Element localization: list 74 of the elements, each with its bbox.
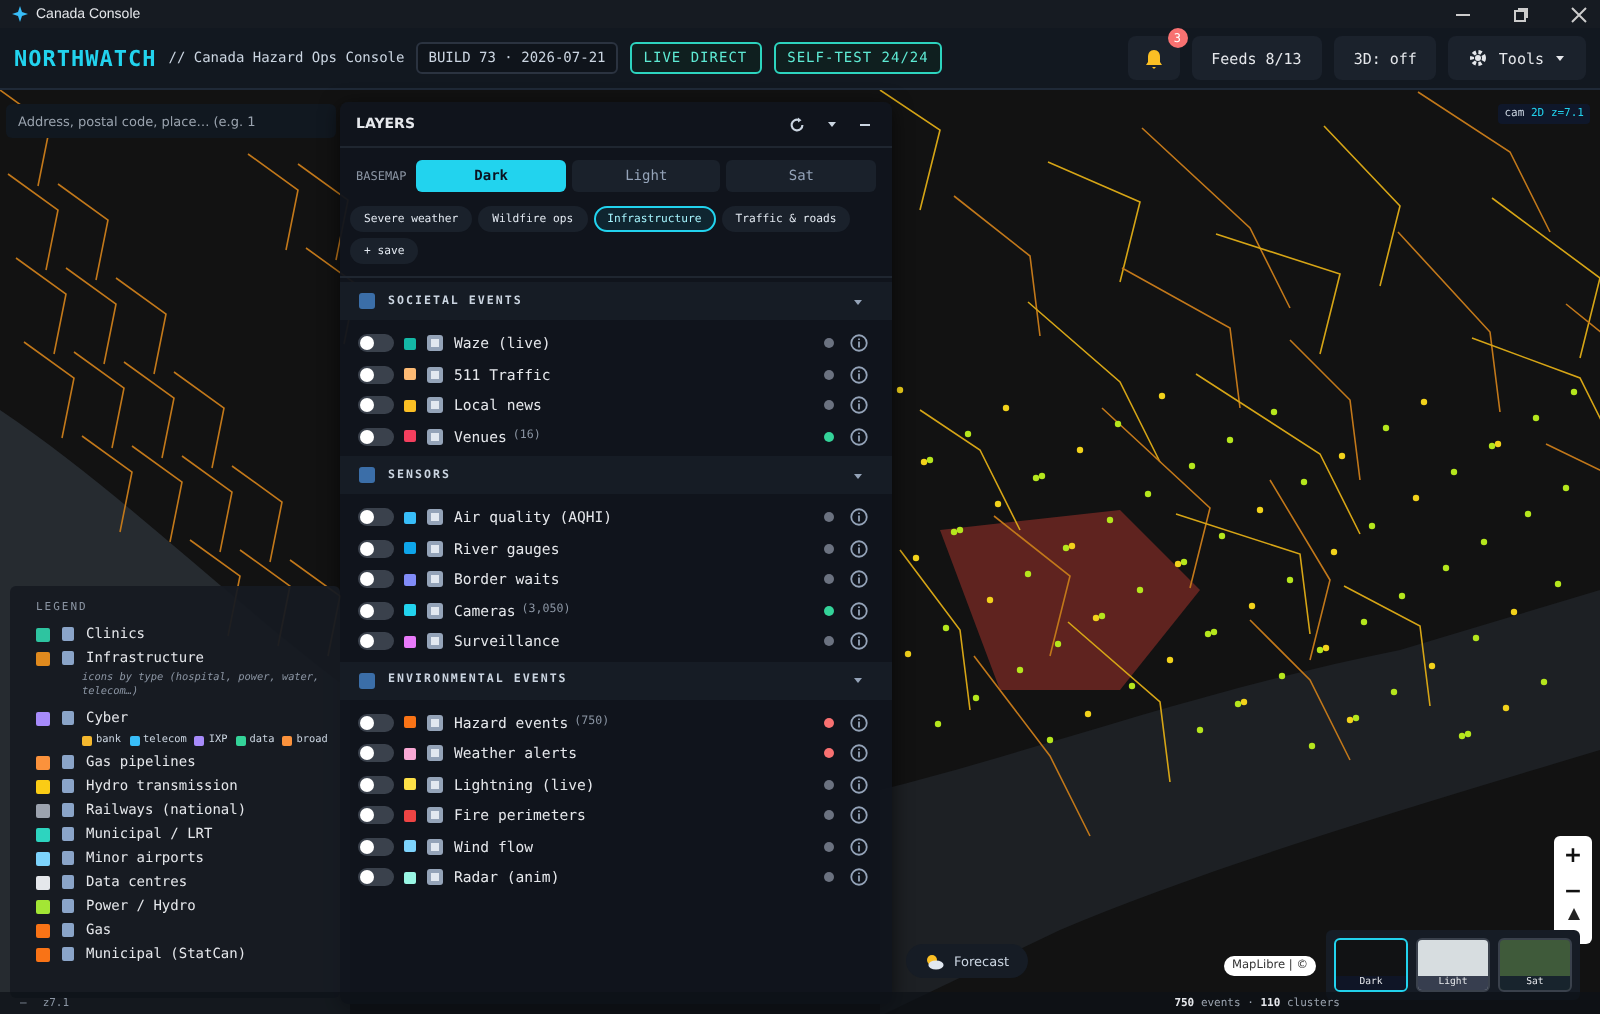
- layer-toggle[interactable]: [358, 775, 394, 794]
- square-icon: [426, 396, 444, 415]
- layer-toggle[interactable]: [358, 744, 394, 763]
- layer-toggle[interactable]: [358, 632, 394, 651]
- layer-toggle[interactable]: [358, 868, 394, 887]
- square-icon: [60, 946, 76, 963]
- square-icon: [60, 754, 76, 771]
- info-icon[interactable]: [850, 632, 868, 651]
- info-icon[interactable]: [850, 539, 868, 558]
- layer-toggle[interactable]: [358, 539, 394, 558]
- square-icon: [60, 922, 76, 939]
- square-icon: [426, 539, 444, 558]
- info-icon[interactable]: [850, 868, 868, 887]
- layer-toggle[interactable]: [358, 334, 394, 353]
- info-icon[interactable]: [850, 570, 868, 589]
- square-icon: [426, 427, 444, 446]
- info-icon[interactable]: [850, 427, 868, 446]
- square-icon: [426, 632, 444, 651]
- info-icon[interactable]: [850, 396, 868, 415]
- compass-icon[interactable]: [1567, 908, 1579, 924]
- info-icon[interactable]: [850, 744, 868, 763]
- layer-toggle[interactable]: [358, 427, 394, 446]
- zoom-in-button[interactable]: +: [1554, 836, 1592, 872]
- caret-icon[interactable]: [826, 118, 838, 130]
- square-icon: [60, 826, 76, 843]
- square-icon: [426, 334, 444, 353]
- square-icon: [60, 650, 76, 666]
- bell-icon: [1143, 47, 1164, 69]
- square-icon: [426, 508, 444, 527]
- info-icon[interactable]: [850, 334, 868, 353]
- square-icon: [426, 775, 444, 794]
- notifications-button[interactable]: [1127, 36, 1180, 80]
- section-icon: [358, 292, 376, 310]
- layer-toggle[interactable]: [358, 837, 394, 856]
- settings-icon: [1468, 48, 1489, 68]
- layer-toggle[interactable]: [358, 570, 394, 589]
- square-icon: [426, 601, 444, 620]
- square-icon: [60, 850, 76, 867]
- square-icon: [426, 837, 444, 856]
- info-icon[interactable]: [850, 365, 868, 384]
- square-icon: [426, 365, 444, 384]
- square-icon: [60, 626, 76, 642]
- info-icon[interactable]: [850, 837, 868, 856]
- app-icon: [12, 6, 28, 22]
- square-icon: [426, 570, 444, 589]
- section-icon: [358, 466, 376, 484]
- square-icon: [60, 778, 76, 795]
- square-icon: [426, 744, 444, 763]
- app-logo-text: NORTHWATCH: [14, 45, 157, 71]
- layer-toggle[interactable]: [358, 601, 394, 620]
- square-icon: [60, 898, 76, 915]
- square-icon: [426, 806, 444, 825]
- info-icon[interactable]: [850, 806, 868, 825]
- info-icon[interactable]: [850, 775, 868, 794]
- sun-cloud-icon: [924, 953, 944, 969]
- maximize-icon[interactable]: [1512, 5, 1530, 23]
- layer-toggle[interactable]: [358, 806, 394, 825]
- square-icon: [426, 713, 444, 732]
- layer-toggle[interactable]: [358, 365, 394, 384]
- square-icon: [60, 874, 76, 891]
- square-icon: [60, 710, 76, 727]
- layer-toggle[interactable]: [358, 508, 394, 527]
- refresh-icon[interactable]: [788, 115, 806, 133]
- layer-toggle[interactable]: [358, 713, 394, 732]
- square-icon: [426, 868, 444, 887]
- info-icon[interactable]: [850, 601, 868, 620]
- info-icon[interactable]: [850, 508, 868, 527]
- layer-toggle[interactable]: [358, 396, 394, 415]
- square-icon: [60, 802, 76, 819]
- zoom-out-button[interactable]: −: [1554, 872, 1592, 908]
- close-icon[interactable]: [1570, 5, 1588, 23]
- info-icon[interactable]: [850, 713, 868, 732]
- caret-icon: [1554, 52, 1566, 64]
- section-icon: [358, 671, 376, 689]
